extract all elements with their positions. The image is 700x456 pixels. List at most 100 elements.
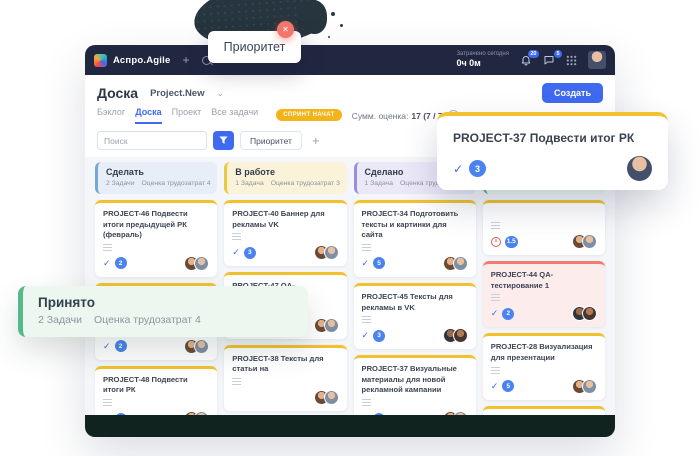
sprint-score-label: Сумм. оценка: [352,111,409,121]
project-select[interactable]: Project.New ⌄ [146,86,228,101]
topbar-right: Затрачено сегодня 0ч 0м 20 5 [456,51,606,69]
callout-task-count: 2 Задачи [38,314,82,326]
chat-icon[interactable]: 5 [542,54,555,67]
close-icon[interactable]: ✕ [277,21,294,38]
check-icon: ✓ [362,259,370,268]
task-title: PROJECT-37 Визуальные материалы для ново… [362,364,468,396]
overdue-clock-icon [491,237,501,247]
time-tracker: Затрачено сегодня 0ч 0м [456,51,509,68]
task-title: PROJECT-38 Тексты для статьи на [232,354,338,375]
avatar [194,256,209,271]
avatar [582,234,597,249]
avatar [582,306,597,321]
task-title: PROJECT-34 Подготовить тексты и картинки… [362,209,468,241]
task-title: PROJECT-45 Тексты для рекламы в VK [362,292,468,313]
tab-project[interactable]: Проект [172,107,202,124]
check-icon: ✓ [362,331,370,340]
description-icon [103,399,112,406]
task-card[interactable]: PROJECT-45 Тексты для рекламы в VK ✓3 [354,283,476,349]
task-card[interactable]: PROJECT-46 Подвести итоги предыдущей РК … [95,200,217,277]
notifications-bell-icon[interactable]: 20 [519,54,532,67]
task-card[interactable]: 1.5 [483,200,605,255]
task-card[interactable]: PROJECT-19 Тексты для рекламы VK ✓5 [483,406,605,416]
decor-speck [328,36,330,38]
check-icon: ✓ [453,162,463,176]
estimate-badge: 3 [244,247,256,259]
estimate-badge: 5 [502,380,514,392]
add-filter-icon[interactable]: + [312,134,320,147]
task-card-callout: PROJECT-37 Подвести итог РК ✓ 3 [437,112,668,190]
column-header: Сделать 2 Задачи Оценка трудозатрат 4 [95,162,217,194]
avatar [324,245,339,260]
estimate-badge: 3 [373,330,385,342]
task-title: PROJECT-46 Подвести итоги предыдущей РК … [103,209,209,241]
task-card[interactable]: PROJECT-38 Тексты для статьи на [224,345,346,411]
top-bar: Аспро.Agile + Сп Затрачено сегодня 0ч 0м… [85,45,615,75]
task-card[interactable]: PROJECT-37 Визуальные материалы для ново… [354,355,476,415]
create-button[interactable]: Создать [542,83,603,103]
column-effort: Оценка трудозатрат 3 [271,180,340,187]
description-icon [362,244,371,251]
column-task-count: 2 Задачи [106,180,135,187]
tab-backlog[interactable]: Бэклог [97,107,125,124]
description-icon [362,399,371,406]
estimate-badge: 2 [115,340,127,352]
filter-button[interactable] [213,131,234,150]
task-card-overdue[interactable]: PROJECT-44 QA-тестирование 1 ✓2 [483,261,605,327]
search-input[interactable] [97,131,207,150]
check-icon: ✓ [232,248,240,257]
app-logo-icon[interactable] [94,54,107,67]
page-title: Доска [97,85,138,101]
filter-chip-priority[interactable]: Приоритет [240,131,302,150]
check-icon: ✓ [491,382,499,391]
add-icon[interactable]: + [182,54,189,66]
tab-board[interactable]: Доска [135,107,161,124]
description-icon [232,233,241,240]
app-name[interactable]: Аспро.Agile [113,55,170,66]
task-title: PROJECT-40 Баннер для рекламы VK [232,209,338,230]
estimate-badge: 5 [373,257,385,269]
description-icon [232,378,241,385]
estimate-badge: 3 [469,160,486,177]
check-icon: ✓ [103,259,111,268]
task-title: PROJECT-48 Подвести итоги РК [103,375,209,396]
task-card[interactable]: PROJECT-40 Баннер для рекламы VK ✓ 3 [224,200,346,266]
estimate-badge: 2 [115,257,127,269]
check-icon: ✓ [491,309,499,318]
callout-title: Принято [38,295,293,310]
decor-speck [331,12,335,16]
description-icon [103,244,112,251]
description-icon [491,367,500,374]
notifications-badge: 20 [528,50,539,59]
description-icon [362,316,371,323]
time-tracker-value: 0ч 0м [456,58,509,68]
callout-task-title: PROJECT-37 Подвести итог РК [453,131,652,145]
time-badge: 1.5 [505,236,518,248]
task-card[interactable]: PROJECT-28 Визуализация для презентации … [483,333,605,399]
avatar [453,256,468,271]
column-task-count: 1 Задача [365,180,393,187]
app-window: Аспро.Agile + Сп Затрачено сегодня 0ч 0м… [85,45,615,437]
description-icon [491,222,500,229]
time-tracker-label: Затрачено сегодня [456,51,509,58]
user-avatar[interactable] [588,51,606,69]
avatar [453,328,468,343]
decor-speck [340,24,343,27]
avatar [627,156,652,181]
sprint-status-badge: СПРИНТ НАЧАТ [276,109,342,121]
task-card[interactable]: PROJECT-34 Подготовить тексты и картинки… [354,200,476,277]
task-card[interactable]: PROJECT-48 Подвести итоги РК ✓2 [95,366,217,415]
apps-grid-icon[interactable] [565,54,578,67]
board-header: Доска Project.New ⌄ Создать [85,75,615,105]
avatar [194,339,209,354]
tab-all-tasks[interactable]: Все задачи [211,107,258,124]
avatar [324,390,339,405]
project-select-value: Project.New [150,88,204,99]
accepted-column-callout: Принято 2 Задачи Оценка трудозатрат 4 [18,286,308,337]
column-title: Сделать [106,167,209,177]
avatar [324,318,339,333]
column-accepted: 1.5 PROJECT-44 QA-тестирование 1 ✓2 PROJ… [483,162,605,415]
avatar [582,379,597,394]
decor-ink-blob-small [299,0,327,34]
chevron-down-icon: ⌄ [216,88,224,99]
